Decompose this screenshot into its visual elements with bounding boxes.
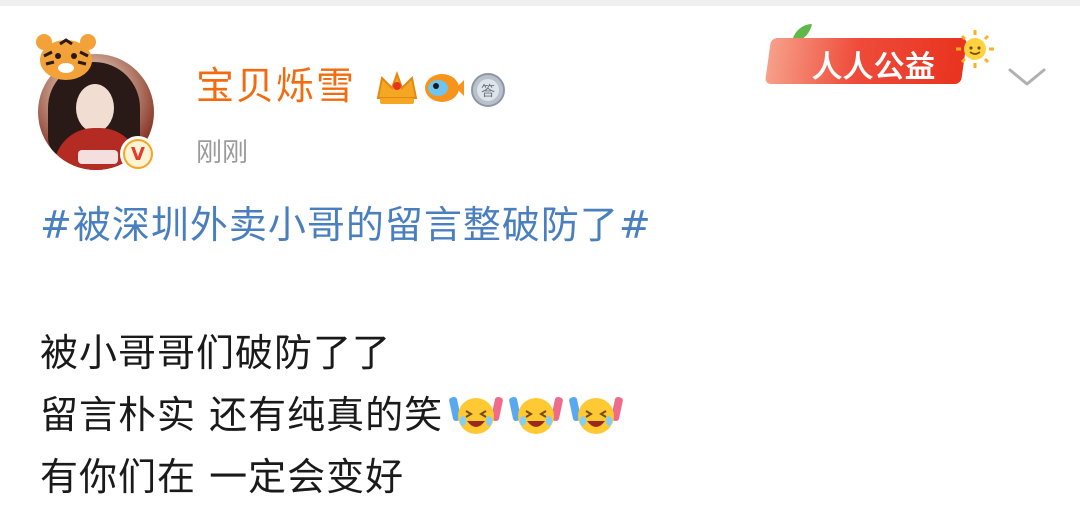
crying-laughing-emoji-icon bbox=[449, 396, 503, 434]
post-timestamp: 刚刚 bbox=[196, 138, 249, 168]
user-avatar[interactable]: V bbox=[36, 32, 162, 172]
medal-badge-icon[interactable]: 答 bbox=[468, 68, 508, 108]
crown-badge-icon[interactable] bbox=[374, 68, 420, 108]
crying-laughing-emoji-icon bbox=[509, 396, 563, 434]
username-link[interactable]: 宝贝烁雪 bbox=[196, 62, 356, 110]
sun-icon bbox=[956, 30, 994, 68]
crying-laughing-emoji-icon bbox=[569, 396, 623, 434]
svg-text:答: 答 bbox=[481, 83, 495, 100]
verified-badge-icon: V bbox=[120, 136, 156, 172]
campaign-tag-label: 人人公益 bbox=[812, 50, 936, 85]
post-text-line: 留言朴实 还有纯真的笑 bbox=[40, 390, 623, 441]
tiger-decoration-icon bbox=[36, 34, 96, 80]
chevron-down-icon[interactable] bbox=[1006, 64, 1048, 90]
weibo-post-card: V 宝贝烁雪 答 刚刚 人人公益 #被深圳外卖小哥的留言整破防了# 被小哥哥们破… bbox=[0, 6, 1080, 523]
post-text-segment: 留言朴实 还有纯真的笑 bbox=[40, 393, 444, 437]
post-text-line: 被小哥哥们破防了了 bbox=[40, 331, 392, 375]
fish-badge-icon[interactable] bbox=[420, 68, 466, 108]
topic-hashtag-link[interactable]: #被深圳外卖小哥的留言整破防了# bbox=[40, 200, 652, 250]
campaign-tag[interactable]: 人人公益 bbox=[764, 22, 998, 88]
post-text-line: 有你们在 一定会变好 bbox=[40, 455, 405, 499]
